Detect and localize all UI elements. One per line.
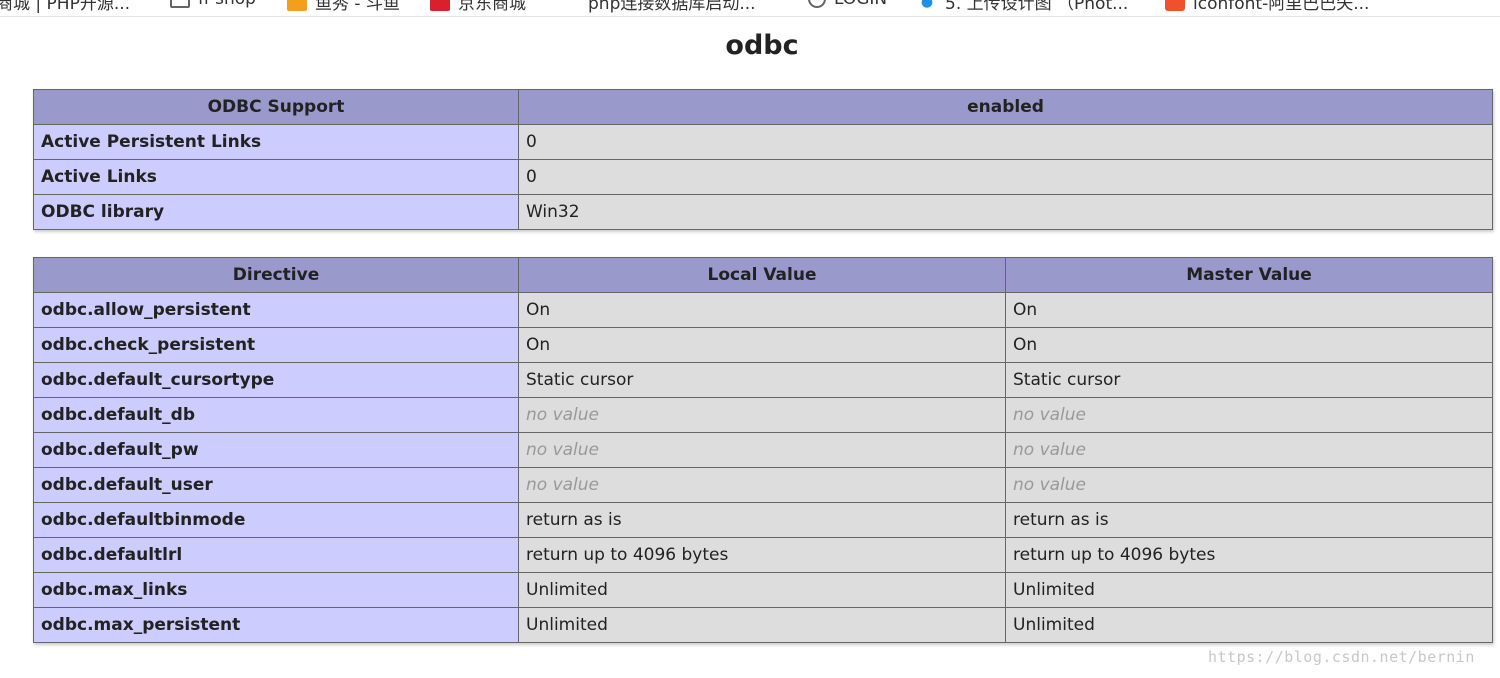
- no-value-text: no value: [1013, 475, 1087, 495]
- watermark: https://blog.csdn.net/bernin: [1208, 648, 1475, 666]
- local-value: no value: [518, 432, 1006, 468]
- master-value: On: [1005, 327, 1493, 363]
- local-value: On: [518, 292, 1006, 328]
- globe-icon: [808, 0, 826, 8]
- bookmark-1[interactable]: ff shop: [170, 0, 256, 9]
- directive-name: odbc.defaultbinmode: [33, 502, 519, 538]
- master-value: Unlimited: [1005, 607, 1493, 643]
- row-name: Active Links: [33, 159, 519, 195]
- table-row: odbc.default_cursortype Static cursor Stat…: [33, 362, 1493, 398]
- master-value: Static cursor: [1005, 362, 1493, 398]
- bookmark-2[interactable]: 鱼秀 - 斗鱼: [287, 0, 400, 14]
- table-row: odbc.default_pw no value no value: [33, 432, 1493, 468]
- local-value: Unlimited: [518, 607, 1006, 643]
- bookmark-4[interactable]: php连接数据库启动...: [560, 0, 756, 14]
- table-row: Active Persistent Links 0: [33, 124, 1493, 160]
- table-row: odbc.defaultlrl return up to 4096 bytes re…: [33, 537, 1493, 573]
- bookmark-label: LOGIN: [834, 0, 887, 9]
- bookmark-label: 商城 | PHP开源...: [0, 0, 131, 14]
- qq-icon: ●: [917, 0, 937, 11]
- bookmark-label: 5. 上传设计图 （Phot...: [945, 0, 1129, 14]
- directive-name: odbc.allow_persistent: [33, 292, 519, 328]
- row-name: ODBC library: [33, 194, 519, 230]
- local-value: Unlimited: [518, 572, 1006, 608]
- page-title: odbc: [725, 30, 799, 61]
- master-value: no value: [1005, 432, 1493, 468]
- row-name: Active Persistent Links: [33, 124, 519, 160]
- row-value: Win32: [518, 194, 1493, 230]
- folder-icon: [170, 0, 190, 8]
- table-row: odbc.check_persistent On On: [33, 327, 1493, 363]
- master-value: no value: [1005, 467, 1493, 503]
- row-value: 0: [518, 159, 1493, 195]
- directive-name: odbc.check_persistent: [33, 327, 519, 363]
- no-value-text: no value: [526, 475, 600, 495]
- local-value: On: [518, 327, 1006, 363]
- table-header-row: Directive Local Value Master Value: [33, 257, 1493, 293]
- local-value: no value: [518, 467, 1006, 503]
- directive-name: odbc.default_db: [33, 397, 519, 433]
- directive-table: Directive Local Value Master Value odbc.…: [33, 257, 1493, 643]
- table-header-row: ODBC Support enabled: [33, 89, 1493, 125]
- no-value-text: no value: [1013, 440, 1087, 460]
- bookmark-7[interactable]: iconfont-阿里巴巴矢...: [1165, 0, 1369, 14]
- bookmark-0[interactable]: 商城 | PHP开源...: [0, 0, 130, 14]
- bookmark-6[interactable]: ● 5. 上传设计图 （Phot...: [917, 0, 1128, 14]
- directive-name: odbc.default_user: [33, 467, 519, 503]
- bookmark-label: iconfont-阿里巴巴矢...: [1193, 0, 1370, 14]
- header-local-value: Local Value: [518, 257, 1006, 293]
- directive-name: odbc.defaultlrl: [33, 537, 519, 573]
- header-cell: ODBC Support: [33, 89, 519, 125]
- table-row: odbc.max_links Unlimited Unlimited: [33, 572, 1493, 608]
- no-value-text: no value: [526, 405, 600, 425]
- baidu-icon: [560, 0, 580, 11]
- local-value: return as is: [518, 502, 1006, 538]
- master-value: On: [1005, 292, 1493, 328]
- directive-name: odbc.default_pw: [33, 432, 519, 468]
- jd-icon: [430, 0, 450, 11]
- local-value: no value: [518, 397, 1006, 433]
- table-row: odbc.allow_persistent On On: [33, 292, 1493, 328]
- row-value: 0: [518, 124, 1493, 160]
- master-value: no value: [1005, 397, 1493, 433]
- header-master-value: Master Value: [1005, 257, 1493, 293]
- directive-name: odbc.max_links: [33, 572, 519, 608]
- local-value: return up to 4096 bytes: [518, 537, 1006, 573]
- no-value-text: no value: [526, 440, 600, 460]
- local-value: Static cursor: [518, 362, 1006, 398]
- bookmark-label: 京东商城: [458, 0, 526, 14]
- table-row: odbc.default_user no value no value: [33, 467, 1493, 503]
- master-value: return as is: [1005, 502, 1493, 538]
- header-directive: Directive: [33, 257, 519, 293]
- directive-name: odbc.max_persistent: [33, 607, 519, 643]
- douyu-icon: [287, 0, 307, 11]
- bookmark-label: php连接数据库启动...: [588, 0, 756, 14]
- master-value: Unlimited: [1005, 572, 1493, 608]
- bookmark-3[interactable]: 京东商城: [430, 0, 526, 14]
- table-row: Active Links 0: [33, 159, 1493, 195]
- master-value: return up to 4096 bytes: [1005, 537, 1493, 573]
- bookmarks-bar: 商城 | PHP开源... ff shop 鱼秀 - 斗鱼 京东商城 php连接…: [0, 0, 1500, 17]
- bookmark-5[interactable]: LOGIN: [808, 0, 887, 9]
- table-row: odbc.defaultbinmode return as is return as…: [33, 502, 1493, 538]
- table-row: odbc.default_db no value no value: [33, 397, 1493, 433]
- odbc-support-table: ODBC Support enabled Active Persistent L…: [33, 89, 1493, 230]
- table-row: ODBC library Win32: [33, 194, 1493, 230]
- bookmark-label: ff shop: [198, 0, 256, 9]
- table-row: odbc.max_persistent Unlimited Unlimited: [33, 607, 1493, 643]
- iconfont-icon: [1165, 0, 1185, 11]
- bookmark-label: 鱼秀 - 斗鱼: [315, 0, 400, 14]
- header-cell: enabled: [518, 89, 1493, 125]
- no-value-text: no value: [1013, 405, 1087, 425]
- directive-name: odbc.default_cursortype: [33, 362, 519, 398]
